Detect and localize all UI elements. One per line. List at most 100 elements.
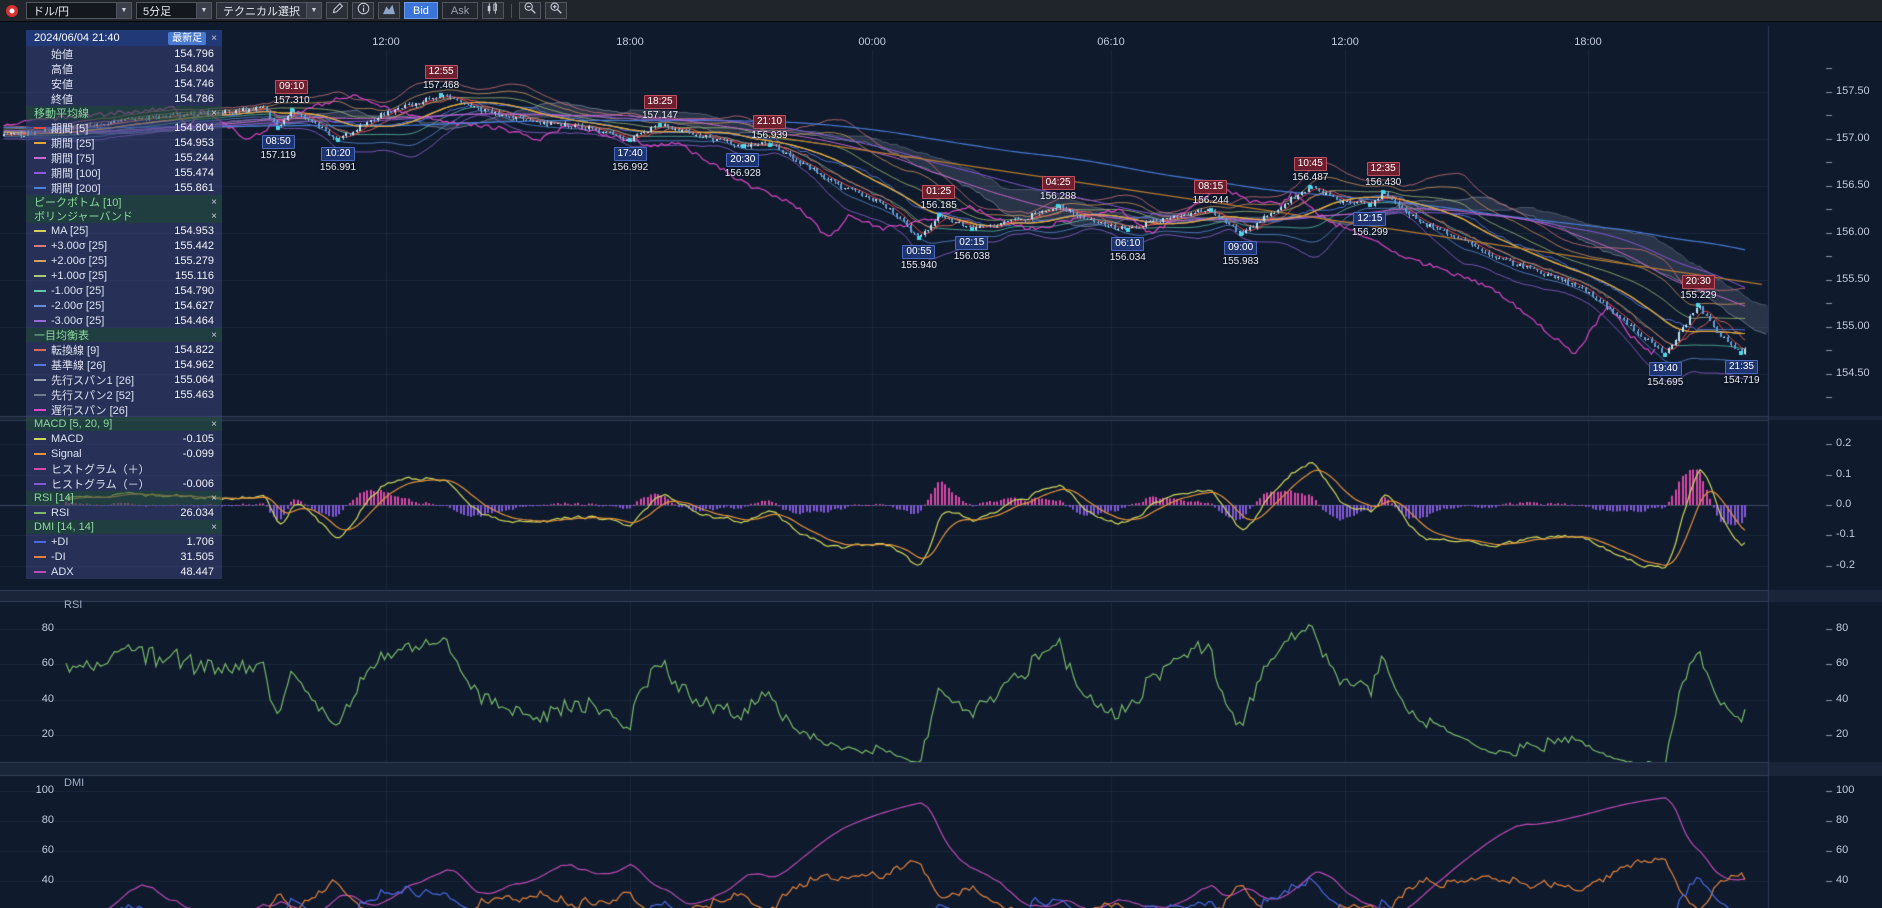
timeframe-value: 5分足 [143, 3, 171, 19]
indicator-color-swatch [34, 556, 46, 558]
indicator-value: 155.244 [174, 152, 214, 164]
time-axis-label: 18:00 [608, 36, 652, 48]
candle-style-button[interactable] [482, 2, 504, 19]
indicator-color-swatch [34, 245, 46, 247]
indicator-color-swatch [34, 571, 46, 573]
indicator-row: Signal-0.099 [26, 446, 222, 461]
indicator-color-swatch [34, 230, 46, 232]
rsi-axis-label: 80 [18, 622, 54, 634]
indicator-color-swatch [34, 320, 46, 322]
zoom-in-button[interactable] [545, 2, 567, 19]
indicator-row: 基準線 [26]154.962 [26, 357, 222, 372]
close-icon[interactable]: × [211, 330, 217, 341]
indicator-section-title: MACD [5, 20, 9] [34, 418, 112, 430]
indicator-value: 154.746 [174, 78, 214, 90]
zoom-out-button[interactable] [519, 2, 541, 19]
indicator-color-swatch [34, 453, 46, 455]
currency-pair-select[interactable]: ドル/円 ▼ [26, 2, 132, 19]
latest-candle-badge: 最新足 [168, 32, 206, 45]
time-axis-label: 12:00 [364, 36, 408, 48]
indicator-value: 1.706 [186, 536, 214, 548]
indicator-value: 26.034 [180, 507, 214, 519]
indicator-label: 先行スパン1 [26] [51, 372, 134, 388]
info-icon [357, 2, 370, 20]
technical-select-label: テクニカル選択 [223, 3, 300, 19]
draw-tool-button[interactable] [326, 2, 348, 19]
indicator-section-header: RSI [14]× [26, 491, 222, 505]
indicator-color-swatch [34, 260, 46, 262]
ask-toggle[interactable]: Ask [442, 2, 478, 19]
rsi-axis-label: 20 [1836, 728, 1848, 740]
indicator-label: ADX [51, 566, 74, 578]
indicator-color-swatch [34, 290, 46, 292]
currency-pair-value: ドル/円 [33, 3, 69, 19]
macd-axis-label: 0.0 [1836, 498, 1851, 510]
rsi-axis-label: 20 [18, 728, 54, 740]
macd-axis-label: -0.1 [1836, 528, 1855, 540]
rsi-axis-label: 60 [1836, 657, 1848, 669]
indicator-row: 始値154.796 [26, 46, 222, 61]
time-axis-label: 00:00 [850, 36, 894, 48]
indicator-color-swatch [34, 438, 46, 440]
chart-style-button[interactable] [378, 2, 400, 19]
indicator-value: 154.627 [174, 300, 214, 312]
indicator-row: -3.00σ [25]154.464 [26, 313, 222, 328]
indicator-row: +2.00σ [25]155.279 [26, 253, 222, 268]
technical-select-button[interactable]: テクニカル選択 ▼ [216, 2, 322, 19]
indicator-color-swatch [34, 409, 46, 411]
dmi-axis-label: 80 [1836, 814, 1848, 826]
rsi-panel-title: RSI [64, 599, 82, 611]
macd-axis-label: 0.1 [1836, 468, 1851, 480]
zoom-in-icon [549, 1, 563, 20]
rsi-axis-label: 60 [18, 657, 54, 669]
close-icon[interactable]: × [211, 197, 217, 208]
indicator-row: -2.00σ [25] 154.627 [26, 298, 222, 313]
dmi-axis-label: 100 [1836, 784, 1854, 796]
indicator-row: 期間 [25]154.953 [26, 135, 222, 150]
close-icon[interactable]: × [211, 33, 217, 44]
indicator-label: -2.00σ [25] [51, 300, 104, 312]
close-icon[interactable]: × [211, 108, 217, 119]
indicator-value: 155.463 [174, 389, 214, 401]
chevron-down-icon[interactable]: ▼ [116, 3, 131, 18]
timeframe-select[interactable]: 5分足 ▼ [136, 2, 212, 19]
price-axis-label: 156.50 [1836, 179, 1870, 191]
indicator-label: 転換線 [9] [51, 342, 99, 358]
indicator-label: +1.00σ [25] [51, 270, 107, 282]
close-icon[interactable]: × [211, 522, 217, 533]
price-axis-label: 156.00 [1836, 226, 1870, 238]
indicator-value: 155.279 [174, 255, 214, 267]
chevron-down-icon[interactable]: ▼ [196, 3, 211, 18]
indicator-row: MACD-0.105 [26, 431, 222, 446]
close-icon[interactable]: × [211, 493, 217, 504]
indicator-label: 期間 [100] [51, 165, 101, 181]
indicator-value: -0.105 [183, 433, 214, 445]
indicator-value: 154.464 [174, 315, 214, 327]
indicator-section-header: MACD [5, 20, 9] × [26, 417, 222, 431]
indicator-row: -1.00σ [25]154.790 [26, 283, 222, 298]
indicator-value: 154.822 [174, 344, 214, 356]
indicator-label: 安値 [51, 76, 73, 92]
dmi-axis-label: 60 [18, 844, 54, 856]
indicator-value: 154.953 [174, 137, 214, 149]
indicator-label: 始値 [51, 46, 73, 62]
indicator-label: -DI [51, 551, 66, 563]
indicator-value: 155.861 [174, 182, 214, 194]
indicator-value: 155.116 [175, 270, 214, 282]
indicator-panel: 2024/06/04 21:40 最新足 × 始値154.796高値154.80… [26, 30, 222, 579]
indicator-value: 154.804 [174, 122, 214, 134]
indicator-color-swatch [34, 364, 46, 366]
indicator-row: 期間 [5]154.804 [26, 120, 222, 135]
toolbar: ドル/円 ▼ 5分足 ▼ テクニカル選択 ▼ Bid Ask [0, 0, 1882, 22]
price-axis-label: 155.50 [1836, 273, 1870, 285]
close-icon[interactable]: × [211, 211, 217, 222]
indicator-color-swatch [34, 349, 46, 351]
indicator-color-swatch [34, 394, 46, 396]
info-button[interactable] [352, 2, 374, 19]
indicator-color-swatch [34, 483, 46, 485]
price-chart-canvas[interactable] [0, 0, 1882, 908]
indicator-section-header: 一目均衡表× [26, 328, 222, 342]
bid-toggle[interactable]: Bid [404, 2, 438, 19]
close-icon[interactable]: × [211, 419, 217, 430]
indicator-color-swatch [34, 512, 46, 514]
